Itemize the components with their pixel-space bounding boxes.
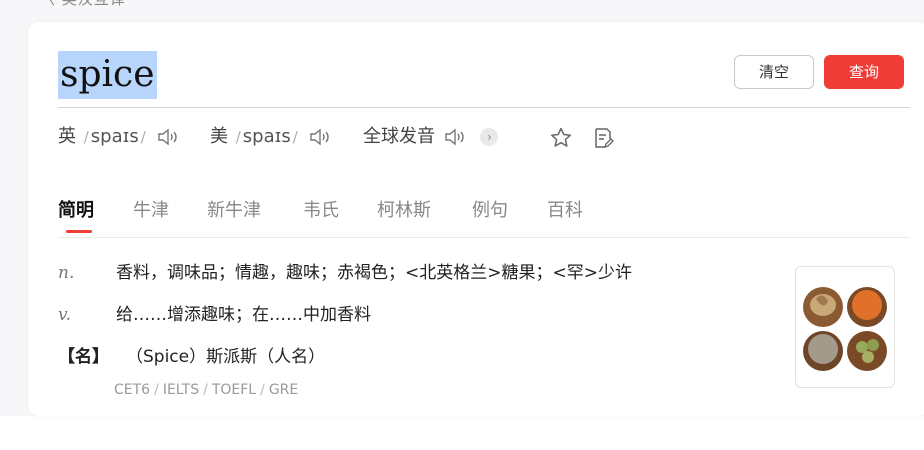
dictionary-tabs: 简明 牛津 新牛津 韦氏 柯林斯 例句 百科 [58,192,910,238]
word-image[interactable] [795,266,895,388]
pronunciation-row: 英 / spaɪs / 美 / spaɪs / 全球发音 › [58,122,858,152]
exam-tag: CET6 [114,382,151,398]
tab-examples[interactable]: 例句 [472,196,508,222]
phonetic-uk: spaɪs [90,126,139,147]
tab-concise[interactable]: 简明 [58,196,94,222]
exam-tags: CET6/IELTS / TOEFL / GRE [114,382,299,398]
pronunciation-us: 美 / spaɪs / [210,122,332,152]
dictionary-card: spice 清空 查询 英 /spaɪs/ 美 /spaɪs/ 全球发音 [28,22,924,416]
tab-webster[interactable]: 韦氏 [303,196,339,222]
query-button[interactable]: 查询 [824,55,904,89]
star-icon[interactable] [549,126,573,150]
part-of-speech: v. [58,305,71,325]
search-input[interactable]: spice [58,51,157,99]
chevron-right-icon[interactable]: › [480,128,499,146]
pronunciation-uk: 英 / spaɪs / [58,122,180,152]
definition-text: 给……增添趣味；在……中加香料 [116,305,371,325]
phonetic-us: spaɪs [242,126,291,147]
definition-noun: n. 香料，调味品；情趣，趣味；赤褐色；<北英格兰>糖果；<罕>少许 [58,258,632,283]
name-entry: 【名】 （Spice）斯派斯（人名） [58,342,325,367]
breadcrumb[interactable]: 〈 英汉互译 [40,0,126,9]
speaker-icon[interactable] [443,127,467,147]
tab-new-oxford[interactable]: 新牛津 [207,196,261,222]
tab-encyclopedia[interactable]: 百科 [547,196,583,222]
search-bar: spice 清空 查询 [58,47,910,108]
active-tab-indicator [66,230,92,233]
name-entry-text: （Spice）斯派斯（人名） [126,347,326,367]
spice-bowls-image [803,287,887,371]
tab-oxford[interactable]: 牛津 [133,196,169,222]
definition-text: 香料，调味品；情趣，趣味；赤褐色；<北英格兰>糖果；<罕>少许 [116,263,632,283]
pronunciation-uk-label: 英 [58,126,76,147]
pronunciation-global[interactable]: 全球发音 › [363,122,499,152]
exam-tag: IELTS [162,382,200,398]
tab-collins[interactable]: 柯林斯 [377,196,431,222]
pronunciation-global-label: 全球发音 [363,126,435,147]
clear-button[interactable]: 清空 [734,55,814,89]
part-of-speech: n. [58,263,75,283]
note-edit-icon[interactable] [591,126,615,150]
speaker-icon[interactable] [156,127,180,147]
exam-tag: GRE [268,382,299,398]
definition-verb: v. 给……增添趣味；在……中加香料 [58,300,371,325]
speaker-icon[interactable] [308,127,332,147]
exam-tag: TOEFL [211,382,257,398]
pronunciation-us-label: 美 [210,126,228,147]
name-tag: 【名】 [58,347,109,367]
